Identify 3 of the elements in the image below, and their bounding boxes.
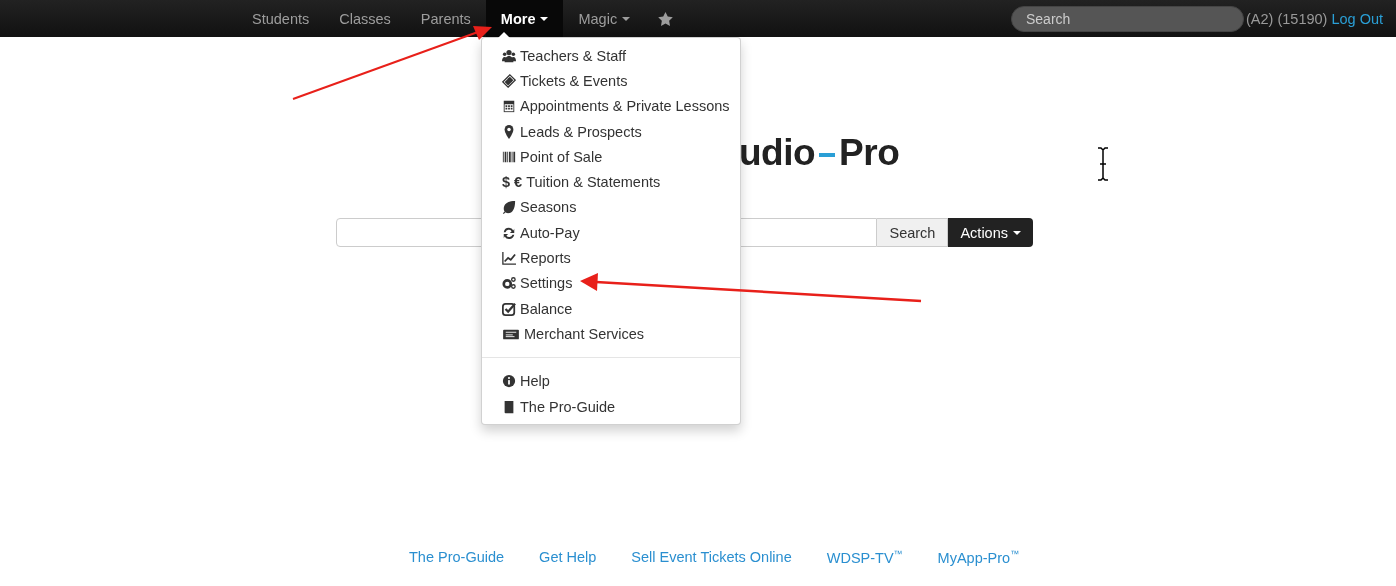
currency-icon: $ € <box>502 174 523 191</box>
logo: udio Pro <box>739 132 900 173</box>
account-id: (A2) (15190) <box>1246 10 1328 27</box>
